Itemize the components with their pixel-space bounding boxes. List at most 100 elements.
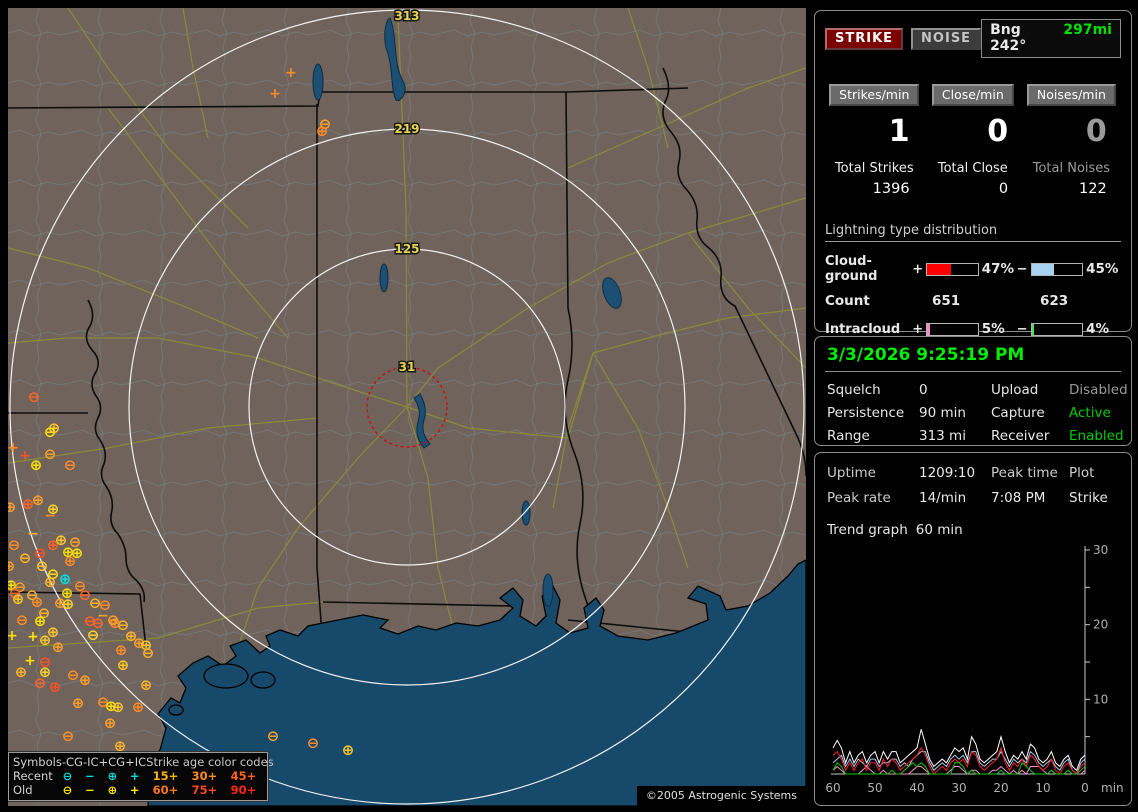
strike-ic+: + bbox=[8, 628, 18, 644]
strike-ic+: + bbox=[285, 65, 297, 81]
distribution-title: Lightning type distribution bbox=[825, 223, 1121, 242]
status-grid: Squelch 0 Upload Disabled Persistence 90… bbox=[825, 382, 1128, 444]
legend-header-row: Symbols -CG -IC +CG +IC Strike age color… bbox=[13, 755, 274, 769]
radar-map[interactable]: 313 219 125 31 + + ⊖ ⊕ ⊖ ⊕ + + ⊖ ⊕ ⊖ ⊖ ⊕ ⊕ ⊕ ⊕ − − ⊖ ⊕ ⊕ ⊖ ⊖ ⊖ ⊕ ⊕ ⊕ ⊕… bbox=[8, 8, 806, 806]
strike-cg+: ⊕ bbox=[44, 573, 57, 591]
uptime-value: 1209:10 bbox=[919, 465, 976, 481]
stats-panel: STRIKE NOISE Bng 242° 297mi Strikes/min … bbox=[814, 10, 1132, 362]
plus-sign: + bbox=[912, 321, 924, 337]
recent-symbol-+cg: ⊕ bbox=[107, 769, 118, 783]
legend-old-label: Old bbox=[13, 783, 33, 797]
plus-sign: + bbox=[912, 261, 924, 277]
strike-cg+: ⊕ bbox=[316, 122, 329, 140]
upload-value: Disabled bbox=[1069, 382, 1128, 398]
capture-value: Active bbox=[1069, 405, 1111, 421]
strike-cg+: ⊕ bbox=[104, 714, 117, 732]
ring-label-125: 125 bbox=[394, 242, 419, 256]
strike-cg-: ⊖ bbox=[87, 626, 100, 644]
session-grid: Uptime 1209:10 Peak time Plot Peak rate … bbox=[825, 461, 1121, 506]
strike-ic-: − bbox=[27, 526, 39, 542]
recent-symbol--cg: ⊖ bbox=[62, 769, 73, 783]
recent-symbol--ic: − bbox=[85, 769, 95, 783]
noise-mode-button[interactable]: NOISE bbox=[911, 27, 982, 50]
old-symbol-+cg: ⊕ bbox=[107, 783, 118, 797]
strike-cg+: ⊕ bbox=[132, 698, 145, 716]
intracloud-row: Intracloud + 5% − 4% bbox=[825, 321, 1121, 337]
strike-ic+: + bbox=[269, 86, 281, 102]
strike-cg+: ⊕ bbox=[52, 638, 65, 656]
cg-positive-pct: 47% bbox=[981, 261, 1015, 277]
peak-rate-value: 14/min bbox=[919, 490, 967, 506]
strike-cg+: ⊕ bbox=[79, 671, 92, 689]
legend-col-pos-cg: +CG bbox=[98, 755, 126, 769]
strike-cg-: ⊖ bbox=[34, 674, 47, 692]
total-strikes-value: 1396 bbox=[872, 181, 910, 197]
strike-cg+: ⊕ bbox=[8, 498, 16, 516]
svg-text:10: 10 bbox=[1035, 781, 1050, 795]
trend-graph-label: Trend graph bbox=[827, 522, 908, 538]
svg-text:20: 20 bbox=[1093, 618, 1108, 632]
peak-time-label: Peak time bbox=[991, 465, 1058, 481]
legend-age-header: Strike age color codes bbox=[146, 755, 274, 769]
app-root: { "header": { "strike_button": "STRIKE",… bbox=[0, 0, 1138, 812]
strikes-per-min-badge[interactable]: Strikes/min bbox=[829, 84, 920, 106]
uptime-label: Uptime bbox=[827, 465, 876, 481]
strikes-counter-column: Strikes/min 1 Total Strikes 1396 bbox=[825, 84, 924, 197]
range-value: 313 mi bbox=[919, 428, 966, 444]
legend-recent-label: Recent bbox=[13, 769, 53, 783]
ic-positive-pct: 5% bbox=[981, 321, 1005, 337]
plot-mode-value[interactable]: Strike bbox=[1069, 490, 1121, 506]
cg-negative-bar bbox=[1030, 262, 1084, 276]
legend-old-row: Old ⊖ − ⊕ +60+ 75+ 90+ bbox=[13, 783, 263, 797]
svg-text:0: 0 bbox=[1081, 781, 1089, 795]
close-per-min-badge[interactable]: Close/min bbox=[931, 84, 1014, 106]
total-close-value: 0 bbox=[998, 181, 1009, 197]
close-per-min-value: 0 bbox=[987, 114, 1009, 149]
strike-cg-: ⊖ bbox=[67, 666, 80, 684]
svg-text:60: 60 bbox=[825, 781, 840, 795]
ring-label-219: 219 bbox=[394, 122, 419, 136]
old-symbol--ic: − bbox=[85, 783, 95, 797]
strike-mode-button[interactable]: STRIKE bbox=[825, 27, 904, 50]
map-canvas: 31321912531 ++⊖⊕⊖⊕+ + ⊖⊕ ⊖⊖⊕⊕ ⊕⊕ −−⊖ ⊕⊕ ⊖⊖⊖ ⊕⊕⊕⊕… bbox=[8, 8, 806, 806]
noises-per-min-value: 0 bbox=[1085, 114, 1107, 149]
total-noises-label: Total Noises bbox=[1032, 161, 1111, 176]
ic-negative-pct: 4% bbox=[1086, 321, 1110, 337]
strike-cg+: ⊕ bbox=[117, 656, 130, 674]
legend-col-neg-cg: -CG bbox=[61, 755, 83, 769]
capture-label: Capture bbox=[991, 405, 1045, 421]
svg-text:10: 10 bbox=[1093, 692, 1108, 706]
strike-cg+: ⊕ bbox=[62, 595, 75, 613]
age-code-75plus: 75+ bbox=[191, 783, 218, 797]
ring-label-31: 31 bbox=[399, 360, 416, 374]
strike-cg+: ⊕ bbox=[32, 491, 45, 509]
svg-text:20: 20 bbox=[993, 781, 1008, 795]
age-code-30plus: 30+ bbox=[191, 769, 218, 783]
squelch-value: 0 bbox=[919, 382, 928, 398]
strike-cg+: ⊕ bbox=[8, 557, 15, 575]
plot-label: Plot bbox=[1069, 465, 1095, 481]
trend-window-value[interactable]: 60 min bbox=[916, 522, 963, 538]
strike-cg+: ⊕ bbox=[30, 456, 43, 474]
old-symbol-+ic: + bbox=[129, 783, 140, 797]
strike-cg+: ⊕ bbox=[64, 552, 77, 570]
legend-col-pos-ic: +IC bbox=[125, 755, 147, 769]
strike-cg+: ⊕ bbox=[72, 694, 85, 712]
minus-sign: − bbox=[1016, 261, 1028, 277]
total-strikes-label: Total Strikes bbox=[834, 161, 914, 176]
strike-cg-: ⊖ bbox=[19, 549, 32, 567]
datetime-display: 3/3/2026 9:25:19 PM bbox=[825, 343, 1121, 372]
trend-chart: 10 20 30 60 50 40 30 20 10 0 min bbox=[825, 543, 1123, 795]
noises-per-min-badge[interactable]: Noises/min bbox=[1026, 84, 1116, 106]
ic-positive-bar bbox=[926, 322, 979, 336]
rate-counters: Strikes/min 1 Total Strikes 1396 Close/m… bbox=[825, 84, 1121, 197]
old-symbol--cg: ⊖ bbox=[62, 783, 73, 797]
old-ages: 60+ 75+ 90+ bbox=[146, 783, 263, 797]
persistence-value: 90 min bbox=[919, 405, 966, 421]
total-close-label: Total Close bbox=[937, 161, 1008, 176]
svg-text:min: min bbox=[1101, 781, 1123, 795]
strike-cg+: ⊕ bbox=[342, 741, 355, 759]
ring-label-313: 313 bbox=[394, 9, 419, 23]
age-code-60plus: 60+ bbox=[152, 783, 179, 797]
strike-cg+: ⊕ bbox=[39, 631, 52, 649]
